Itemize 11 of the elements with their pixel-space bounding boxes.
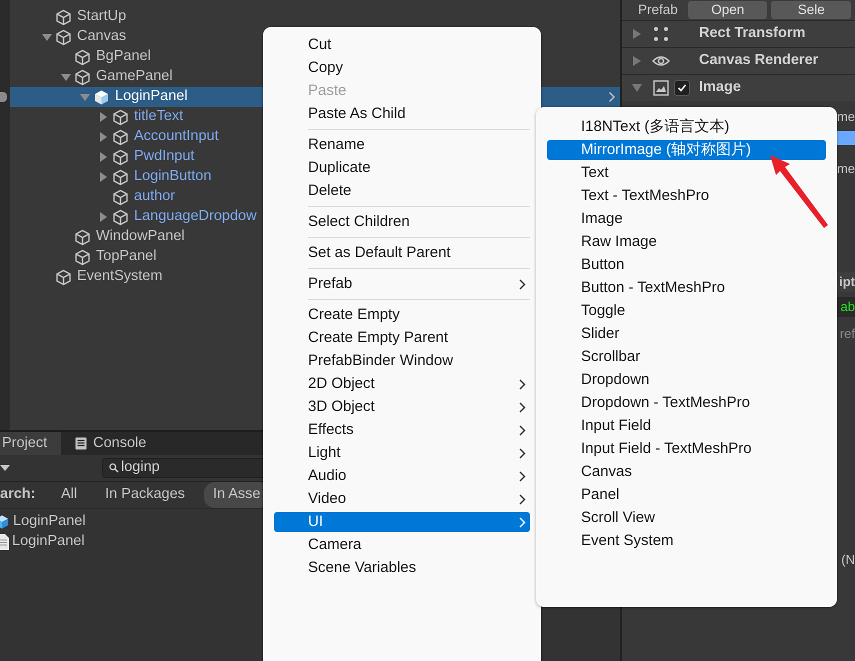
section-header: ipt [839, 273, 855, 292]
search-filter-label: arch: [0, 485, 36, 504]
field-label: (N [841, 551, 855, 570]
prefab-label: Prefab [637, 0, 679, 19]
field-label: me [836, 160, 855, 178]
component-title: Canvas Renderer [699, 51, 820, 70]
field-label: me [836, 108, 855, 126]
hint-text: ref [840, 325, 855, 344]
component-title: Rect Transform [699, 24, 806, 44]
component-title: Image [699, 78, 742, 98]
field-value: ab [840, 298, 855, 316]
